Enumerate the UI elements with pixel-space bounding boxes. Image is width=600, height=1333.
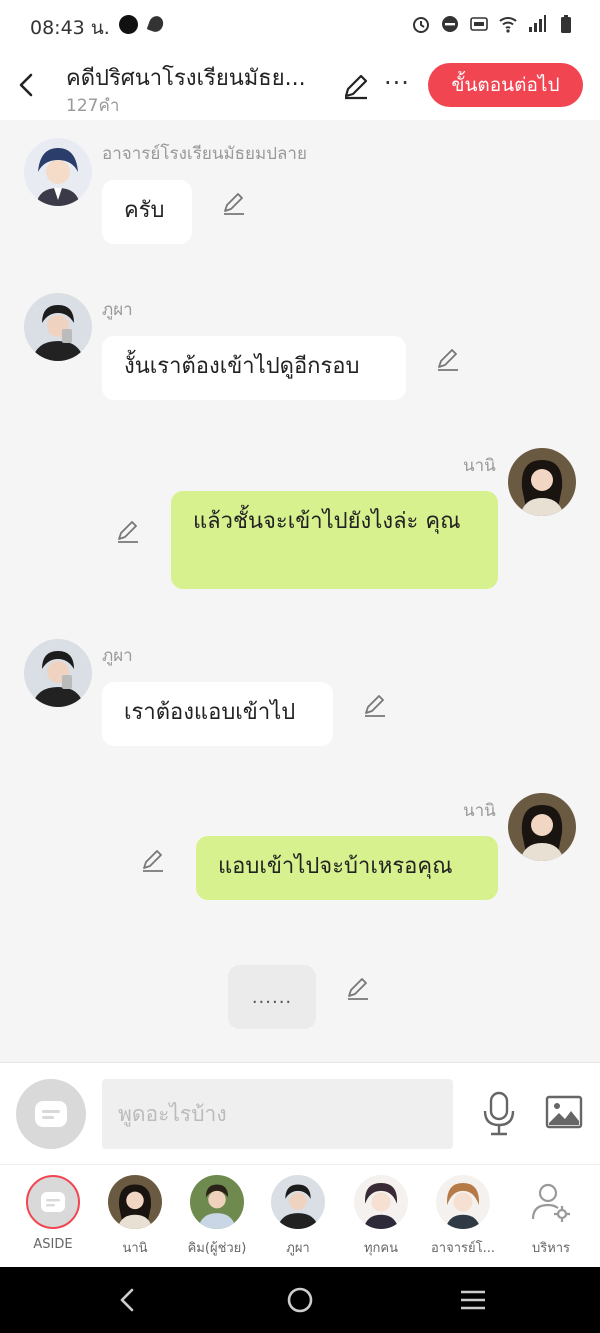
character-teacher[interactable]: อาจารย์โ...	[422, 1175, 504, 1258]
image-icon[interactable]	[545, 1093, 583, 1131]
sender-name: อาจารย์โรงเรียนมัธยมปลาย	[102, 144, 307, 164]
edit-message-icon[interactable]	[362, 692, 388, 718]
character-nani[interactable]: นานิ	[94, 1175, 176, 1258]
avatar	[271, 1175, 325, 1229]
word-count: 127คำ	[66, 96, 120, 116]
sender-name: นานิ	[463, 801, 496, 821]
character-everyone[interactable]: ทุกคน	[340, 1175, 422, 1258]
character-phupha[interactable]: ภูผา	[257, 1175, 339, 1258]
avatar	[108, 1175, 162, 1229]
character-name: คิม(ผู้ช่วย)	[187, 1241, 247, 1256]
sender-name: นานิ	[463, 456, 496, 476]
chat-header: คดีปริศนาโรงเรียนมัธย... 127คำ ··· ขั้นต…	[0, 50, 600, 120]
aside-toggle-button[interactable]	[16, 1079, 86, 1149]
wifi-icon	[499, 17, 517, 33]
admin-icon	[524, 1175, 578, 1229]
typing-bubble[interactable]: ......	[228, 965, 316, 1029]
signal-icon	[529, 15, 546, 32]
pencil-icon[interactable]	[340, 70, 372, 102]
character-admin[interactable]: บริหาร	[510, 1175, 592, 1258]
sender-name: ภูผา	[102, 300, 133, 320]
avatar[interactable]	[508, 793, 576, 861]
app-notification-icon	[146, 14, 166, 34]
sender-name: ภูผา	[102, 646, 133, 666]
volte-icon	[470, 17, 488, 31]
message-bubble[interactable]: ครับ	[102, 180, 192, 244]
alarm-icon	[413, 17, 429, 33]
character-aside[interactable]: ASIDE	[12, 1175, 94, 1252]
character-bar: ASIDE นานิ คิม(ผู้ช่วย) ภูผา ทุกคน อาจาร…	[0, 1164, 600, 1267]
back-nav-icon[interactable]	[113, 1285, 143, 1315]
character-name: ASIDE	[33, 1237, 73, 1252]
back-icon[interactable]	[12, 68, 42, 102]
notification-dot-icon	[119, 15, 138, 34]
message-bubble[interactable]: แล้วชั้นจะเข้าไปยังไงล่ะ คุณ	[171, 491, 498, 589]
edit-message-icon[interactable]	[140, 847, 166, 873]
aside-icon	[26, 1175, 80, 1229]
next-step-button[interactable]: ขั้นตอนต่อไป	[428, 63, 583, 107]
chat-title: คดีปริศนาโรงเรียนมัธย...	[66, 66, 306, 91]
chat-area: อาจารย์โรงเรียนมัธยมปลาย ครับ ภูผา งั้นเ…	[0, 120, 600, 1062]
character-name: ทุกคน	[363, 1241, 399, 1256]
battery-icon	[561, 15, 571, 33]
more-icon[interactable]: ···	[384, 68, 410, 98]
system-nav-bar	[0, 1267, 600, 1333]
message-input[interactable]	[102, 1079, 453, 1149]
edit-message-icon[interactable]	[345, 975, 371, 1001]
character-name: บริหาร	[531, 1241, 571, 1256]
input-bar	[0, 1062, 600, 1164]
message-bubble[interactable]: แอบเข้าไปจะบ้าเหรอคุณ	[196, 836, 498, 900]
avatar[interactable]	[24, 639, 92, 707]
avatar[interactable]	[24, 138, 92, 206]
avatar[interactable]	[508, 448, 576, 516]
chat-bubble-icon	[35, 1101, 67, 1127]
edit-message-icon[interactable]	[435, 346, 461, 372]
mic-icon[interactable]	[480, 1091, 518, 1137]
character-name: นานิ	[122, 1241, 148, 1256]
avatar	[354, 1175, 408, 1229]
recents-nav-icon[interactable]	[458, 1285, 488, 1315]
character-name: ภูผา	[286, 1241, 310, 1256]
character-kim[interactable]: คิม(ผู้ช่วย)	[176, 1175, 258, 1258]
avatar	[190, 1175, 244, 1229]
character-name: อาจารย์โ...	[430, 1241, 495, 1256]
avatar[interactable]	[24, 293, 92, 361]
home-nav-icon[interactable]	[285, 1285, 315, 1315]
status-time: 08:43 น.	[30, 17, 110, 39]
message-bubble[interactable]: เราต้องแอบเข้าไป	[102, 682, 333, 746]
avatar	[436, 1175, 490, 1229]
edit-message-icon[interactable]	[115, 518, 141, 544]
status-icons	[411, 14, 576, 34]
message-bubble[interactable]: งั้นเราต้องเข้าไปดูอีกรอบ	[102, 336, 406, 400]
edit-message-icon[interactable]	[221, 190, 247, 216]
dnd-icon	[442, 16, 458, 32]
status-bar: 08:43 น.	[0, 0, 600, 50]
